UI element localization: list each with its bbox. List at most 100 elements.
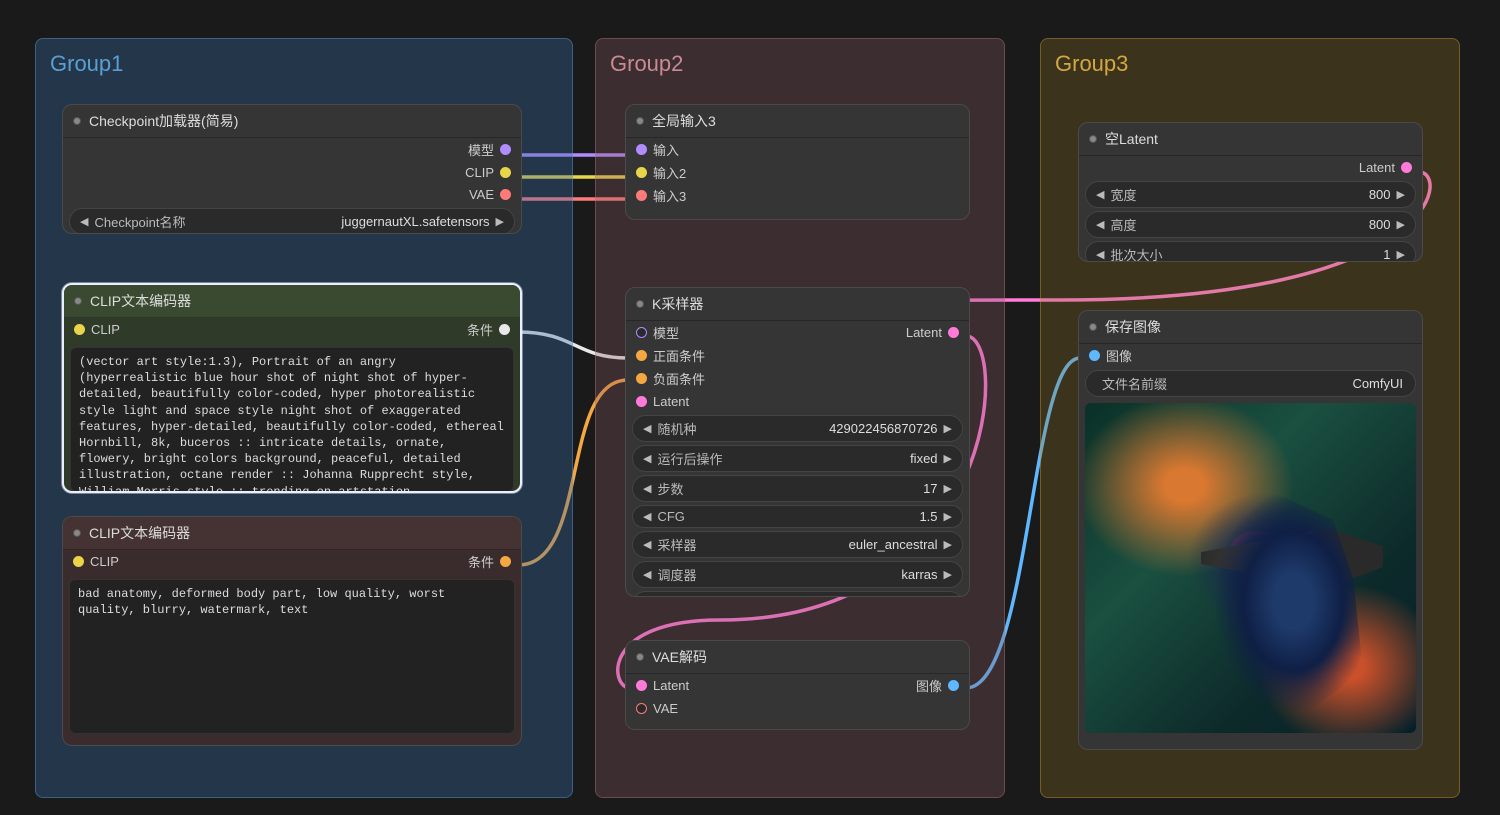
seed-widget[interactable]: ◀随机种429022456870726▶ [632, 415, 963, 442]
width-widget[interactable]: ◀宽度800▶ [1085, 181, 1416, 208]
prev-arrow-icon[interactable]: ◀ [78, 215, 90, 228]
next-arrow-icon[interactable]: ▶ [942, 510, 954, 523]
node-clip-text-encode-positive[interactable]: CLIP文本编码器 CLIP 条件 (vector art style:1.3)… [62, 283, 522, 493]
output-latent-label: Latent [906, 325, 942, 340]
node-empty-latent[interactable]: 空Latent Latent ◀宽度800▶ ◀高度800▶ ◀批次大小1▶ [1078, 122, 1423, 262]
next-arrow-icon[interactable]: ▶ [1395, 218, 1407, 231]
input-latent-label: Latent [653, 678, 689, 693]
collapse-dot-icon[interactable] [636, 117, 644, 125]
output-clip-port[interactable] [500, 167, 511, 178]
input-3-port[interactable] [636, 190, 647, 201]
input-model-port[interactable] [636, 327, 647, 338]
output-latent-port[interactable] [948, 327, 959, 338]
node-title: 全局输入3 [652, 111, 716, 131]
sampler-widget[interactable]: ◀采样器euler_ancestral▶ [632, 531, 963, 558]
output-image-preview[interactable] [1085, 403, 1416, 733]
node-header[interactable]: VAE解码 [626, 641, 969, 674]
negative-prompt-text: bad anatomy, deformed body part, low qua… [78, 587, 445, 617]
prev-arrow-icon[interactable]: ◀ [1094, 188, 1106, 201]
collapse-dot-icon[interactable] [636, 653, 644, 661]
input-model-label: 模型 [653, 323, 679, 342]
positive-prompt-text: (vector art style:1.3), Portrait of an a… [79, 355, 504, 492]
output-cond-label: 条件 [468, 552, 494, 571]
output-image-port[interactable] [948, 680, 959, 691]
control-widget[interactable]: ◀运行后操作fixed▶ [632, 445, 963, 472]
next-arrow-icon[interactable]: ▶ [942, 568, 954, 581]
input-vae-port[interactable] [636, 703, 647, 714]
output-model-port[interactable] [500, 144, 511, 155]
prev-arrow-icon[interactable]: ◀ [641, 568, 653, 581]
collapse-dot-icon[interactable] [1089, 135, 1097, 143]
negative-prompt-textarea[interactable]: bad anatomy, deformed body part, low qua… [69, 579, 515, 734]
input-1-label: 输入 [653, 140, 679, 159]
node-header[interactable]: CLIP文本编码器 [64, 285, 520, 318]
input-2-port[interactable] [636, 167, 647, 178]
node-vae-decode[interactable]: VAE解码 Latent 图像 VAE [625, 640, 970, 730]
output-vae-port[interactable] [500, 189, 511, 200]
node-clip-text-encode-negative[interactable]: CLIP文本编码器 CLIP 条件 bad anatomy, deformed … [62, 516, 522, 746]
output-model-label: 模型 [468, 140, 494, 159]
input-clip-port[interactable] [73, 556, 84, 567]
group-3-title: Group3 [1049, 47, 1451, 87]
next-arrow-icon[interactable]: ▶ [942, 482, 954, 495]
node-header[interactable]: 空Latent [1079, 123, 1422, 156]
scheduler-widget[interactable]: ◀调度器karras▶ [632, 561, 963, 588]
cfg-widget[interactable]: ◀CFG1.5▶ [632, 505, 963, 528]
filename-prefix-widget[interactable]: 文件名前缀 ComfyUI [1085, 370, 1416, 397]
next-arrow-icon[interactable]: ▶ [494, 215, 506, 228]
output-latent-port[interactable] [1401, 162, 1412, 173]
collapse-dot-icon[interactable] [74, 297, 82, 305]
output-cond-port[interactable] [499, 324, 510, 335]
input-1-port[interactable] [636, 144, 647, 155]
node-header[interactable]: 保存图像 [1079, 311, 1422, 344]
next-arrow-icon[interactable]: ▶ [942, 538, 954, 551]
node-title: CLIP文本编码器 [90, 291, 191, 311]
height-widget[interactable]: ◀高度800▶ [1085, 211, 1416, 238]
node-title: Checkpoint加载器(简易) [89, 111, 238, 131]
batch-widget[interactable]: ◀批次大小1▶ [1085, 241, 1416, 262]
prev-arrow-icon[interactable]: ◀ [641, 452, 653, 465]
node-global-inputs[interactable]: 全局输入3 输入 输入2 输入3 [625, 104, 970, 220]
prev-arrow-icon[interactable]: ◀ [1094, 218, 1106, 231]
output-latent-label: Latent [1359, 160, 1395, 175]
next-arrow-icon[interactable]: ▶ [1395, 188, 1407, 201]
prev-arrow-icon[interactable]: ◀ [641, 422, 653, 435]
collapse-dot-icon[interactable] [73, 529, 81, 537]
output-image-label: 图像 [916, 676, 942, 695]
collapse-dot-icon[interactable] [73, 117, 81, 125]
output-cond-port[interactable] [500, 556, 511, 567]
prev-arrow-icon[interactable]: ◀ [1094, 248, 1106, 261]
node-title: K采样器 [652, 294, 703, 314]
input-2-label: 输入2 [653, 163, 686, 182]
node-header[interactable]: 全局输入3 [626, 105, 969, 138]
collapse-dot-icon[interactable] [1089, 323, 1097, 331]
prev-arrow-icon[interactable]: ◀ [641, 538, 653, 551]
denoise-widget[interactable]: ◀降噪1.00▶ [632, 591, 963, 597]
node-header[interactable]: Checkpoint加载器(简易) [63, 105, 521, 138]
positive-prompt-textarea[interactable]: (vector art style:1.3), Portrait of an a… [70, 347, 514, 492]
next-arrow-icon[interactable]: ▶ [942, 422, 954, 435]
input-image-port[interactable] [1089, 350, 1100, 361]
input-image-label: 图像 [1106, 346, 1132, 365]
prev-arrow-icon[interactable]: ◀ [641, 482, 653, 495]
checkpoint-name-widget[interactable]: ◀ Checkpoint名称 juggernautXL.safetensors … [69, 208, 515, 234]
node-header[interactable]: CLIP文本编码器 [63, 517, 521, 550]
node-canvas[interactable]: Group1 Group2 Group3 Checkpoint加载器(简易) 模… [0, 0, 1500, 815]
widget-label: Checkpoint名称 [90, 212, 185, 231]
node-header[interactable]: K采样器 [626, 288, 969, 321]
prev-arrow-icon[interactable]: ◀ [641, 510, 653, 523]
input-latent-port[interactable] [636, 396, 647, 407]
node-ksampler[interactable]: K采样器 模型 Latent 正面条件 负面条件 Latent ◀随机种4290… [625, 287, 970, 597]
output-clip-label: CLIP [465, 165, 494, 180]
input-negative-port[interactable] [636, 373, 647, 384]
input-latent-port[interactable] [636, 680, 647, 691]
input-clip-port[interactable] [74, 324, 85, 335]
input-positive-port[interactable] [636, 350, 647, 361]
node-checkpoint-loader[interactable]: Checkpoint加载器(简易) 模型 CLIP VAE ◀ Checkpoi… [62, 104, 522, 234]
next-arrow-icon[interactable]: ▶ [942, 452, 954, 465]
input-negative-label: 负面条件 [653, 369, 705, 388]
collapse-dot-icon[interactable] [636, 300, 644, 308]
node-save-image[interactable]: 保存图像 图像 文件名前缀 ComfyUI [1078, 310, 1423, 750]
next-arrow-icon[interactable]: ▶ [1395, 248, 1407, 261]
steps-widget[interactable]: ◀步数17▶ [632, 475, 963, 502]
